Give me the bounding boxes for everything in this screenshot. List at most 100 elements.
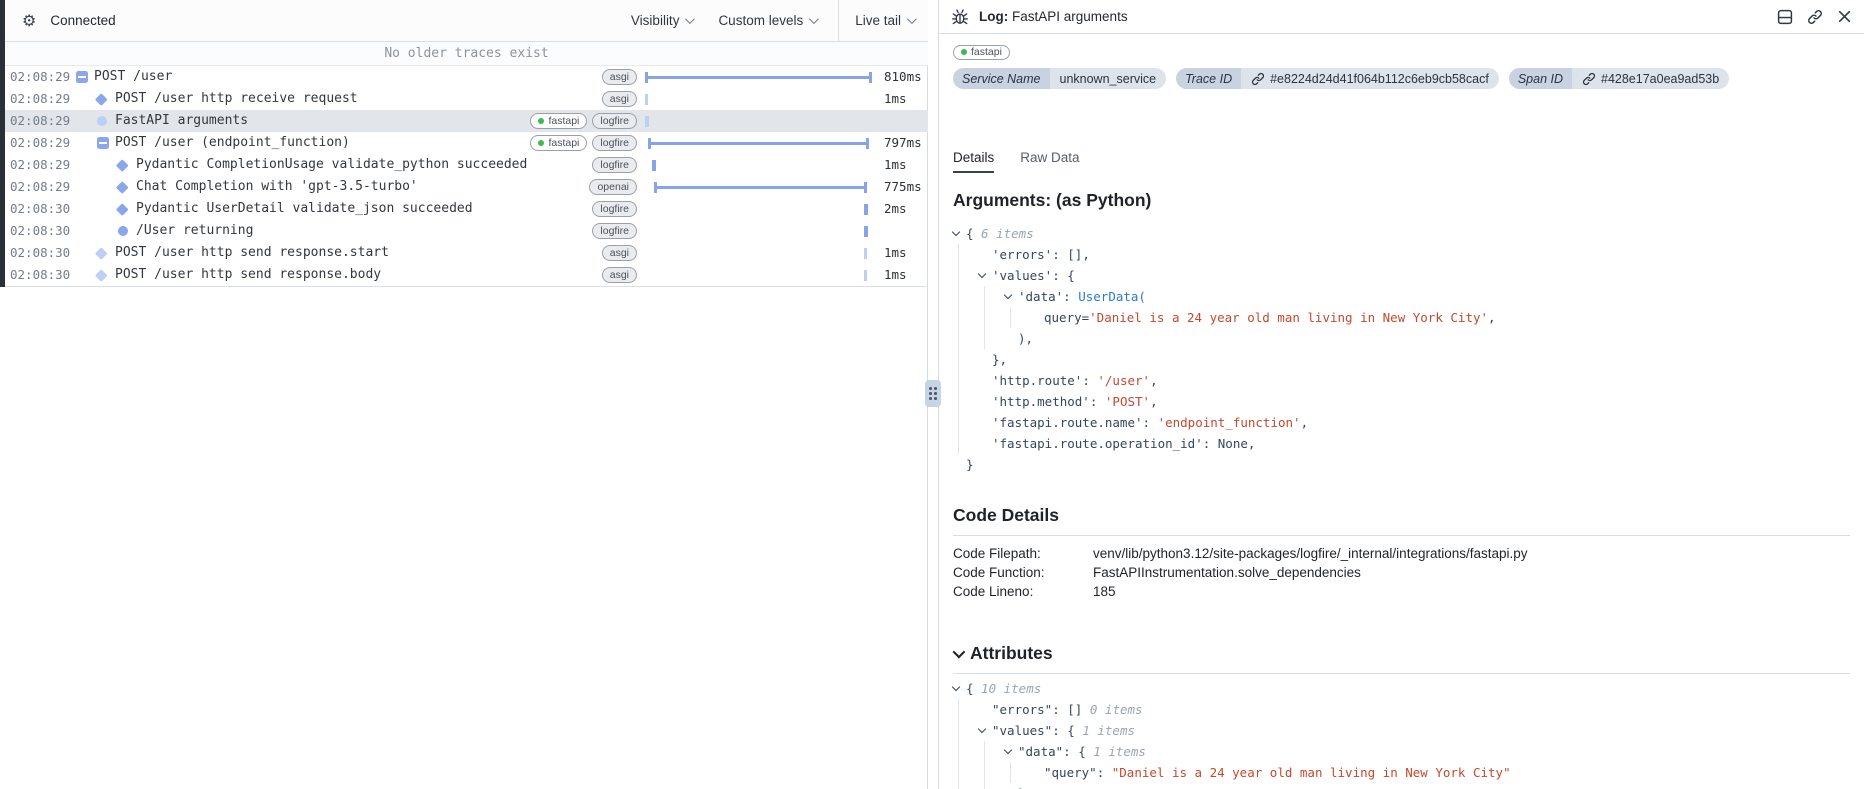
detail-title: Log: FastAPI arguments <box>979 9 1128 24</box>
duration-value: 1ms <box>884 242 907 264</box>
trace-label: Pydantic CompletionUsage validate_python… <box>136 154 527 176</box>
collapse-chevron-icon[interactable] <box>953 646 966 659</box>
code-filepath-row: Code Filepath: venv/lib/python3.12/site-… <box>953 544 1850 563</box>
tree-line: 'http.method': 'POST', <box>953 391 1850 412</box>
collapse-chevron-icon[interactable] <box>979 265 992 286</box>
span-metadata-badges: Service Name unknown_service Trace ID #e… <box>953 68 1850 114</box>
attributes-heading: Attributes <box>970 643 1053 664</box>
custom-levels-dropdown[interactable]: Custom levels <box>718 13 816 28</box>
link-icon[interactable] <box>1582 72 1596 86</box>
trace-row[interactable]: 02:08:29POST /user (endpoint_function)fa… <box>0 132 928 154</box>
gear-icon[interactable]: ⚙ <box>22 11 36 31</box>
indent-guide <box>1010 762 1031 783</box>
badge-value: #e8224d24d41f064b112c6eb9cb58cacf <box>1241 68 1499 89</box>
indent-guide <box>984 286 1005 307</box>
span-diamond-icon <box>116 203 128 215</box>
badge-label: Trace ID <box>1176 68 1241 89</box>
kv-value: venv/lib/python3.12/site-packages/logfir… <box>1093 546 1528 561</box>
visibility-dropdown[interactable]: Visibility <box>631 13 693 28</box>
trace-row[interactable]: 02:08:29POST /user http receive requesta… <box>0 88 928 110</box>
duration-bar <box>645 94 648 105</box>
trace-row[interactable]: 02:08:29 Chat Completion with 'gpt-3.5-tu… <box>0 176 928 198</box>
collapse-minus-icon[interactable] <box>97 137 109 149</box>
tree-token-key: "data" <box>1018 741 1063 762</box>
tree-line: ), <box>953 328 1850 349</box>
tree-line: "data": { 1 items <box>953 741 1850 762</box>
tree-token-pn: : <box>1143 412 1158 433</box>
link-icon[interactable] <box>1807 9 1823 25</box>
trace-row[interactable]: 02:08:29FastAPI argumentsfastapilogfire <box>0 110 928 132</box>
tree-token-pn: : { <box>1052 720 1082 741</box>
collapse-chevron-icon[interactable] <box>953 223 966 244</box>
duration-value: 797ms <box>884 132 922 154</box>
duration-track <box>645 242 877 264</box>
duration-track <box>645 66 877 88</box>
tree-token-pn: } <box>1018 783 1026 789</box>
indent-guide <box>1010 307 1031 328</box>
trace-row[interactable]: 02:08:29 Pydantic CompletionUsage validat… <box>0 154 928 176</box>
indent-guide <box>958 265 979 286</box>
collapse-chevron-icon[interactable] <box>953 678 966 699</box>
tab-details[interactable]: Details <box>953 150 994 173</box>
trace-timestamp: 02:08:29 <box>10 132 70 154</box>
duration-track <box>645 264 877 286</box>
live-tail-label: Live tail <box>855 13 901 28</box>
tree-token-pn: ), <box>1018 328 1033 349</box>
tree-token-pn: [] <box>1067 699 1082 720</box>
detail-body: fastapi Service Name unknown_service Tra… <box>939 42 1864 789</box>
trace-timestamp: 02:08:29 <box>10 88 70 110</box>
indent-guide <box>958 286 979 307</box>
kv-value: 185 <box>1093 584 1116 599</box>
trace-row[interactable]: 02:08:30POST /user http send response.st… <box>0 242 928 264</box>
indent-guide <box>958 307 979 328</box>
trace-label: POST /user (endpoint_function) <box>115 132 350 154</box>
collapse-chevron-icon[interactable] <box>979 720 992 741</box>
fastapi-tag: fastapi <box>530 113 587 129</box>
tree-token-meta: 1 items <box>1082 720 1135 741</box>
logfire-tag: logfire <box>592 157 637 173</box>
logfire-tag: logfire <box>592 135 637 151</box>
trace-row[interactable]: 02:08:30POST /user http send response.bo… <box>0 264 928 286</box>
tree-token-key: 'errors' <box>992 244 1052 265</box>
trace-row[interactable]: 02:08:30/User returninglogfire <box>0 220 928 242</box>
trace-timestamp: 02:08:29 <box>10 176 70 198</box>
duration-bar <box>864 226 868 237</box>
panel-layout-icon[interactable] <box>1777 9 1793 25</box>
arguments-heading: Arguments: (as Python) <box>953 190 1850 211</box>
trace-label: POST /user http send response.body <box>115 264 381 286</box>
logfire-tag: logfire <box>592 223 637 239</box>
duration-bar <box>864 204 868 215</box>
duration-track <box>645 88 877 110</box>
indent-guide <box>984 328 1005 349</box>
link-icon[interactable] <box>1251 72 1265 86</box>
tree-line: "query": "Daniel is a 24 year old man li… <box>953 762 1850 783</box>
collapse-chevron-icon[interactable] <box>1005 286 1018 307</box>
trace-timestamp: 02:08:29 <box>10 154 70 176</box>
indent-guide <box>958 762 979 783</box>
asgi-tag: asgi <box>602 245 637 261</box>
badge-label: Service Name <box>953 68 1050 89</box>
trace-tags: asgi <box>602 242 637 264</box>
bug-icon <box>951 8 969 26</box>
live-tail-dropdown[interactable]: Live tail <box>838 0 928 42</box>
trace-row[interactable]: 02:08:29POST /userasgi810ms <box>0 66 928 88</box>
trace-tags: fastapilogfire <box>530 110 637 132</box>
collapse-minus-icon[interactable] <box>76 71 88 83</box>
trace-minimap-strip <box>0 0 5 287</box>
duration-bar <box>645 76 872 79</box>
attributes-json-tree: { 10 items"errors": [] 0 items"values": … <box>953 678 1850 789</box>
trace-row[interactable]: 02:08:30Pydantic UserDetail validate_jso… <box>0 198 928 220</box>
trace-tags: asgi <box>602 264 637 286</box>
tree-token-str: "Daniel is a 24 year old man living in N… <box>1112 762 1511 783</box>
close-icon[interactable] <box>1837 9 1852 24</box>
trace-label: Chat Completion with 'gpt-3.5-turbo' <box>136 176 418 198</box>
divider <box>953 535 1850 536</box>
duration-bar <box>645 116 649 127</box>
panel-resize-handle[interactable] <box>925 380 941 407</box>
duration-value: 2ms <box>884 198 907 220</box>
tree-line: { 10 items <box>953 678 1850 699</box>
tree-token-key: 'fastapi.route.name' <box>992 412 1143 433</box>
code-function-row: Code Function: FastAPIInstrumentation.so… <box>953 563 1850 582</box>
collapse-chevron-icon[interactable] <box>1005 741 1018 762</box>
tab-raw-data[interactable]: Raw Data <box>1020 150 1079 173</box>
